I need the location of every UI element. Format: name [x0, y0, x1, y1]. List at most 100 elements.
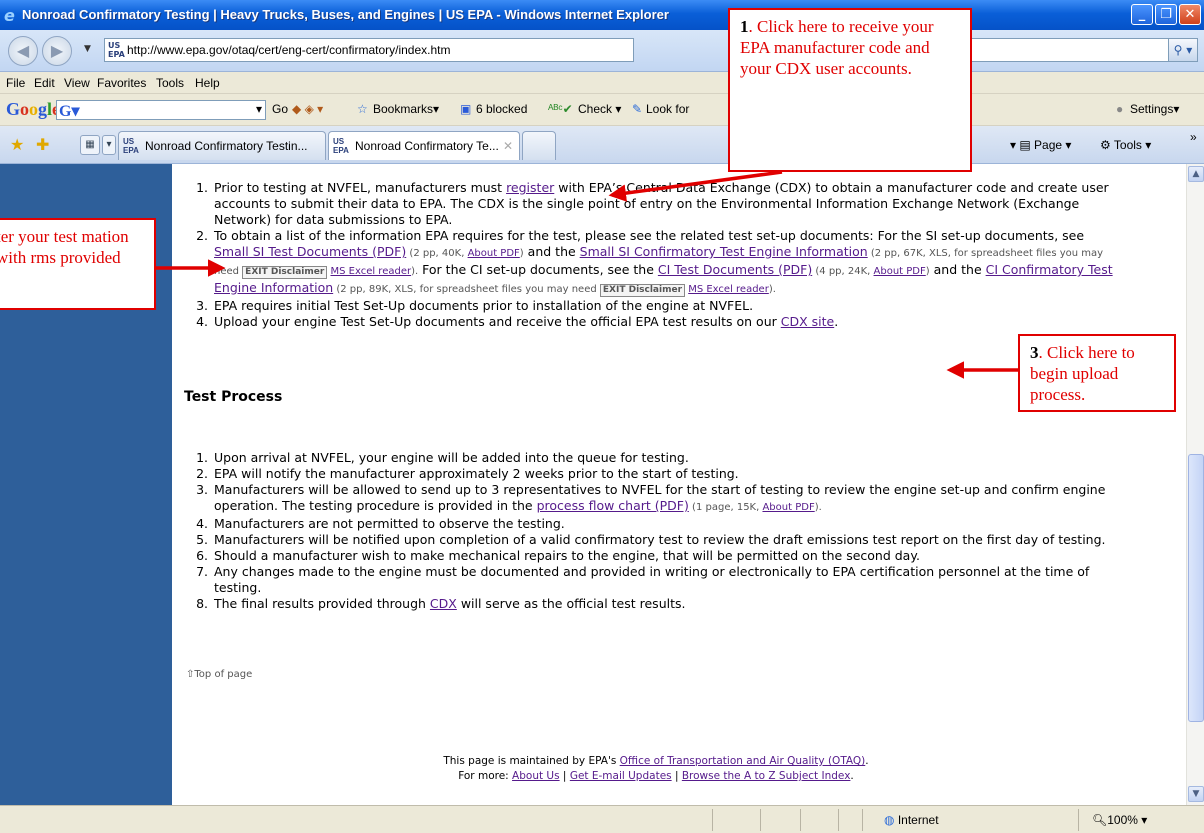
settings-button[interactable]: Settings▾: [1130, 102, 1179, 116]
search-input[interactable]: [970, 38, 1170, 62]
quick-tabs-button[interactable]: ▦: [80, 135, 100, 155]
about-us-link[interactable]: About Us: [512, 770, 560, 782]
ci-test-docs-link[interactable]: CI Test Documents (PDF): [658, 262, 812, 277]
chevron-more-icon[interactable]: »: [1190, 130, 1197, 144]
subject-index-link[interactable]: Browse the A to Z Subject Index: [682, 770, 851, 782]
ie-logo-icon: e: [4, 6, 15, 25]
look-for-button[interactable]: Look for: [646, 102, 689, 116]
bookmarks-button[interactable]: Bookmarks▾: [373, 102, 439, 116]
list-item: Manufacturers are not permitted to obser…: [212, 516, 1116, 532]
scroll-down-icon[interactable]: ▼: [1188, 786, 1204, 802]
step-text: .: [834, 314, 839, 329]
status-bar: ◍ Internet 🔍︎100% ▾: [0, 805, 1204, 833]
url-input[interactable]: US EPA http://www.epa.gov/otaq/cert/eng-c…: [104, 38, 634, 62]
maximize-button[interactable]: ❐: [1155, 4, 1177, 25]
email-updates-link[interactable]: Get E-mail Updates: [570, 770, 672, 782]
page-menu-button[interactable]: ▾ ▤ Page ▾: [1010, 138, 1071, 152]
recent-pages-dropdown-icon[interactable]: ▼: [84, 44, 91, 54]
google-search-input[interactable]: G▾: [56, 100, 266, 120]
menu-tools[interactable]: Tools: [156, 76, 184, 90]
tab-1-label: Nonroad Confirmatory Testin...: [145, 139, 308, 153]
otaq-link[interactable]: Office of Transportation and Air Quality…: [620, 755, 866, 767]
spellcheck-button[interactable]: Check ▾: [578, 102, 621, 116]
tab-close-icon[interactable]: ✕: [503, 139, 513, 153]
settings-label: Settings: [1130, 102, 1174, 116]
list-item: EPA requires initial Test Set-Up documen…: [212, 298, 1116, 314]
process-flow-chart-link[interactable]: process flow chart (PDF): [537, 498, 689, 513]
page-main: Prior to testing at NVFEL, manufacturers…: [172, 164, 1140, 805]
scroll-thumb[interactable]: [1188, 454, 1204, 722]
list-item: Any changes made to the engine must be d…: [212, 564, 1116, 596]
tab-2[interactable]: US EPA Nonroad Confirmatory Te... ✕: [328, 131, 520, 160]
file-info-text: (2 pp, 40K,: [406, 248, 468, 259]
tab-list-button[interactable]: ▾: [102, 135, 116, 155]
zoom-button[interactable]: 🔍︎100% ▾: [1092, 813, 1147, 827]
google-toolbar: Google G▾ ▾ Go ◆ ◈ ▾ ☆ Bookmarks▾ ▣ 6 bl…: [0, 94, 1204, 126]
exit-disclaimer-badge[interactable]: EXIT Disclaimer: [599, 284, 686, 297]
security-zone: ◍ Internet: [884, 813, 939, 827]
step-text: To obtain a list of the information EPA …: [214, 228, 1085, 243]
footer-text: For more:: [458, 770, 513, 782]
search-button[interactable]: ⚲ ▾: [1168, 38, 1198, 62]
favorites-star-icon[interactable]: ★: [10, 135, 24, 155]
status-divider: [800, 809, 801, 831]
google-go-button[interactable]: Go: [272, 102, 288, 116]
tools-menu-button[interactable]: ⚙ Tools ▾: [1100, 138, 1151, 152]
popup-blocked-button[interactable]: 6 blocked: [476, 102, 527, 116]
menu-file[interactable]: File: [6, 76, 25, 90]
menu-view[interactable]: View: [64, 76, 90, 90]
top-of-page-label: Top of page: [194, 669, 253, 680]
google-search-dropdown-icon[interactable]: ▾: [256, 102, 262, 116]
menu-favorites[interactable]: Favorites: [97, 76, 146, 90]
forward-button[interactable]: ▶: [42, 36, 72, 66]
about-pdf-link[interactable]: About PDF: [468, 248, 520, 259]
tools-label: Tools: [1113, 138, 1142, 152]
quick-tabs-icon: ▦: [85, 139, 95, 150]
ms-excel-reader-link[interactable]: MS Excel reader: [688, 284, 769, 295]
small-si-test-docs-link[interactable]: Small SI Test Documents (PDF): [214, 244, 406, 259]
exit-disclaimer-badge[interactable]: EXIT Disclaimer: [242, 266, 328, 279]
register-link[interactable]: register: [506, 180, 554, 195]
ms-excel-reader-link[interactable]: MS Excel reader: [330, 266, 411, 277]
settings-icon: ●: [1116, 102, 1124, 116]
cdx-site-link[interactable]: CDX site: [781, 314, 834, 329]
status-divider: [760, 809, 761, 831]
list-item: Upon arrival at NVFEL, your engine will …: [212, 450, 1116, 466]
list-item: Prior to testing at NVFEL, manufacturers…: [212, 180, 1116, 228]
top-of-page-link[interactable]: ⇧Top of page: [186, 667, 252, 683]
epa-favicon-icon: US EPA: [108, 41, 125, 59]
file-info-text: (2 pp, 89K, XLS, for spreadsheet files y…: [333, 284, 600, 295]
back-button[interactable]: ◀: [8, 36, 38, 66]
step-text: For the CI set-up documents, see the: [418, 262, 658, 277]
small-si-engine-info-link[interactable]: Small SI Confirmatory Test Engine Inform…: [580, 244, 868, 259]
zoom-level: 100%: [1107, 813, 1138, 827]
menu-edit[interactable]: Edit: [34, 76, 55, 90]
file-info: (4 pp, 24K, About PDF): [812, 266, 929, 277]
footer-line-2: For more: About Us | Get E-mail Updates …: [172, 769, 1140, 784]
forward-arrow-icon: ▶: [50, 41, 64, 60]
footer-text: This page is maintained by EPA's: [443, 755, 620, 767]
minimize-button[interactable]: _: [1131, 4, 1153, 25]
tab-list-dropdown-icon: ▾: [106, 139, 112, 150]
pagerank-icon[interactable]: ◆ ◈ ▾: [292, 102, 323, 116]
back-arrow-icon: ◀: [16, 41, 30, 60]
scroll-track[interactable]: ▲ ▼: [1186, 164, 1204, 805]
about-pdf-link[interactable]: About PDF: [874, 266, 926, 277]
cdx-link[interactable]: CDX: [430, 596, 457, 611]
tab-row: ★ ✚ ▦ ▾ US EPA Nonroad Confirmatory Testi…: [0, 126, 1204, 164]
close-button[interactable]: ✕: [1179, 4, 1201, 25]
vertical-scrollbar[interactable]: ▲ ▼: [1140, 164, 1204, 805]
content-area: Prior to testing at NVFEL, manufacturers…: [0, 164, 1204, 805]
status-divider: [862, 809, 863, 831]
setup-steps-list: Prior to testing at NVFEL, manufacturers…: [186, 180, 1116, 330]
step-text: Prior to testing at NVFEL, manufacturers…: [214, 180, 507, 195]
callout-3: 3. Click here to begin upload process.: [1018, 334, 1176, 412]
add-favorites-icon[interactable]: ✚: [36, 135, 49, 155]
tab-1[interactable]: US EPA Nonroad Confirmatory Testin...: [118, 131, 326, 160]
menu-help[interactable]: Help: [195, 76, 220, 90]
about-pdf-link[interactable]: About PDF: [762, 502, 814, 513]
scroll-up-icon[interactable]: ▲: [1188, 166, 1204, 182]
popup-blocker-icon: ▣: [460, 102, 472, 116]
new-tab-button[interactable]: [522, 131, 556, 160]
callout-1-text: . Click here to receive your EPA manufac…: [740, 17, 934, 78]
